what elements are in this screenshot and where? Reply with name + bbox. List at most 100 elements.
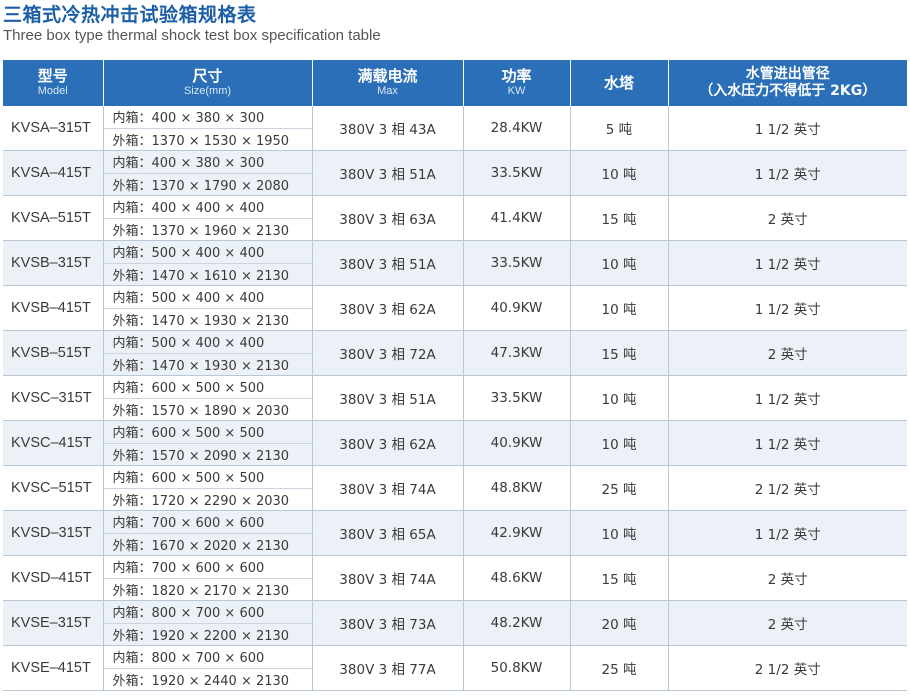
pipe-cell: 1 1/2 英寸	[667, 510, 907, 556]
power-cell: 40.9KW	[462, 420, 570, 466]
table-row: KVSA–515T 内箱：400 × 400 × 400 380V 3 相 63A 4…	[3, 195, 907, 241]
current-cell: 380V 3 相 73A	[311, 600, 463, 646]
power-cell: 47.3KW	[462, 330, 570, 376]
outer-size-cell: 外箱：1720 × 2290 × 2030	[102, 488, 312, 511]
table-row: KVSD–415T 内箱：700 × 600 × 600 380V 3 相 74A 4…	[3, 555, 907, 601]
table-row: KVSA–415T 内箱：400 × 380 × 300 380V 3 相 51A 3…	[3, 150, 907, 196]
model-cell: KVSC–415T	[3, 420, 103, 466]
tower-cell: 25 吨	[569, 645, 668, 691]
pipe-cell: 2 英寸	[667, 600, 907, 646]
spec-table: 型号 Model 尺寸 Size(mm) 满载电流 Max 功率 KW 水塔 水…	[3, 60, 907, 691]
inner-size-cell: 内箱：600 × 500 × 500	[102, 465, 312, 489]
model-cell: KVSE–315T	[3, 600, 103, 646]
power-cell: 50.8KW	[462, 645, 570, 691]
tower-cell: 15 吨	[569, 195, 668, 241]
pipe-cell: 1 1/2 英寸	[667, 420, 907, 466]
table-row: KVSD–315T 内箱：700 × 600 × 600 380V 3 相 65A 4…	[3, 510, 907, 556]
current-cell: 380V 3 相 77A	[311, 645, 463, 691]
power-cell: 48.8KW	[462, 465, 570, 511]
inner-size-cell: 内箱：500 × 400 × 400	[102, 285, 312, 309]
outer-size-cell: 外箱：1470 × 1930 × 2130	[102, 353, 312, 376]
power-cell: 33.5KW	[462, 240, 570, 286]
current-cell: 380V 3 相 51A	[311, 150, 463, 196]
current-cell: 380V 3 相 62A	[311, 420, 463, 466]
pipe-cell: 2 英寸	[667, 195, 907, 241]
current-cell: 380V 3 相 74A	[311, 465, 463, 511]
header-tower: 水塔	[569, 60, 668, 106]
pipe-cell: 2 1/2 英寸	[667, 645, 907, 691]
header-current-en: Max	[377, 85, 398, 97]
outer-size-cell: 外箱：1370 × 1790 × 2080	[102, 173, 312, 196]
header-size-en: Size(mm)	[183, 85, 232, 97]
tower-cell: 15 吨	[569, 330, 668, 376]
table-row: KVSC–315T 内箱：600 × 500 × 500 380V 3 相 51A 3…	[3, 375, 907, 421]
header-model-zh: 型号	[37, 67, 68, 85]
model-cell: KVSA–315T	[3, 106, 103, 151]
header-current-zh: 满载电流	[357, 67, 418, 85]
tower-cell: 25 吨	[569, 465, 668, 511]
header-model: 型号 Model	[3, 60, 103, 106]
model-cell: KVSB–515T	[3, 330, 103, 376]
outer-size-cell: 外箱：1920 × 2200 × 2130	[102, 623, 312, 646]
tower-cell: 15 吨	[569, 555, 668, 601]
inner-size-cell: 内箱：400 × 400 × 400	[102, 195, 312, 219]
power-cell: 28.4KW	[462, 106, 570, 151]
inner-size-cell: 内箱：700 × 600 × 600	[102, 510, 312, 534]
header-tower-zh: 水塔	[603, 73, 634, 92]
power-cell: 41.4KW	[462, 195, 570, 241]
current-cell: 380V 3 相 63A	[311, 195, 463, 241]
model-cell: KVSC–515T	[3, 465, 103, 511]
header-pipe-note: （入水压力不得低于 2KG）	[699, 83, 877, 99]
header-power-en: KW	[507, 85, 526, 97]
outer-size-cell: 外箱：1570 × 2090 × 2130	[102, 443, 312, 466]
current-cell: 380V 3 相 62A	[311, 285, 463, 331]
inner-size-cell: 内箱：500 × 400 × 400	[102, 330, 312, 354]
tower-cell: 10 吨	[569, 240, 668, 286]
pipe-cell: 1 1/2 英寸	[667, 106, 907, 151]
tower-cell: 10 吨	[569, 285, 668, 331]
power-cell: 33.5KW	[462, 375, 570, 421]
header-power-zh: 功率	[501, 67, 532, 85]
header-power: 功率 KW	[462, 60, 570, 106]
header-pipe-zh: 水管进出管径	[745, 66, 830, 82]
header-size: 尺寸 Size(mm)	[102, 60, 312, 106]
table-row: KVSE–415T 内箱：800 × 700 × 600 380V 3 相 77A 5…	[3, 645, 907, 691]
inner-size-cell: 内箱：600 × 500 × 500	[102, 420, 312, 444]
tower-cell: 5 吨	[569, 106, 668, 151]
table-row: KVSB–415T 内箱：500 × 400 × 400 380V 3 相 62A 4…	[3, 285, 907, 331]
pipe-cell: 1 1/2 英寸	[667, 285, 907, 331]
table-row: KVSB–515T 内箱：500 × 400 × 400 380V 3 相 72A 4…	[3, 330, 907, 376]
header-current: 满载电流 Max	[311, 60, 463, 106]
outer-size-cell: 外箱：1820 × 2170 × 2130	[102, 578, 312, 601]
inner-size-cell: 内箱：400 × 380 × 300	[102, 106, 312, 129]
outer-size-cell: 外箱：1920 × 2440 × 2130	[102, 668, 312, 691]
model-cell: KVSE–415T	[3, 645, 103, 691]
tower-cell: 10 吨	[569, 420, 668, 466]
model-cell: KVSB–315T	[3, 240, 103, 286]
table-body: KVSA–315T 内箱：400 × 380 × 300 380V 3 相 43A 2…	[3, 106, 907, 691]
tower-cell: 10 吨	[569, 150, 668, 196]
current-cell: 380V 3 相 65A	[311, 510, 463, 556]
pipe-cell: 2 英寸	[667, 555, 907, 601]
current-cell: 380V 3 相 72A	[311, 330, 463, 376]
outer-size-cell: 外箱：1370 × 1530 × 1950	[102, 128, 312, 151]
model-cell: KVSA–515T	[3, 195, 103, 241]
table-row: KVSC–515T 内箱：600 × 500 × 500 380V 3 相 74A 4…	[3, 465, 907, 511]
inner-size-cell: 内箱：500 × 400 × 400	[102, 240, 312, 264]
model-cell: KVSD–315T	[3, 510, 103, 556]
outer-size-cell: 外箱：1670 × 2020 × 2130	[102, 533, 312, 556]
table-row: KVSE–315T 内箱：800 × 700 × 600 380V 3 相 73A 4…	[3, 600, 907, 646]
current-cell: 380V 3 相 51A	[311, 375, 463, 421]
power-cell: 33.5KW	[462, 150, 570, 196]
power-cell: 48.6KW	[462, 555, 570, 601]
inner-size-cell: 内箱：400 × 380 × 300	[102, 150, 312, 174]
model-cell: KVSB–415T	[3, 285, 103, 331]
current-cell: 380V 3 相 74A	[311, 555, 463, 601]
table-row: KVSC–415T 内箱：600 × 500 × 500 380V 3 相 62A 4…	[3, 420, 907, 466]
inner-size-cell: 内箱：800 × 700 × 600	[102, 645, 312, 669]
pipe-cell: 1 1/2 英寸	[667, 150, 907, 196]
page-title: 三箱式冷热冲击试验箱规格表	[3, 4, 257, 26]
model-cell: KVSA–415T	[3, 150, 103, 196]
model-cell: KVSD–415T	[3, 555, 103, 601]
model-cell: KVSC–315T	[3, 375, 103, 421]
